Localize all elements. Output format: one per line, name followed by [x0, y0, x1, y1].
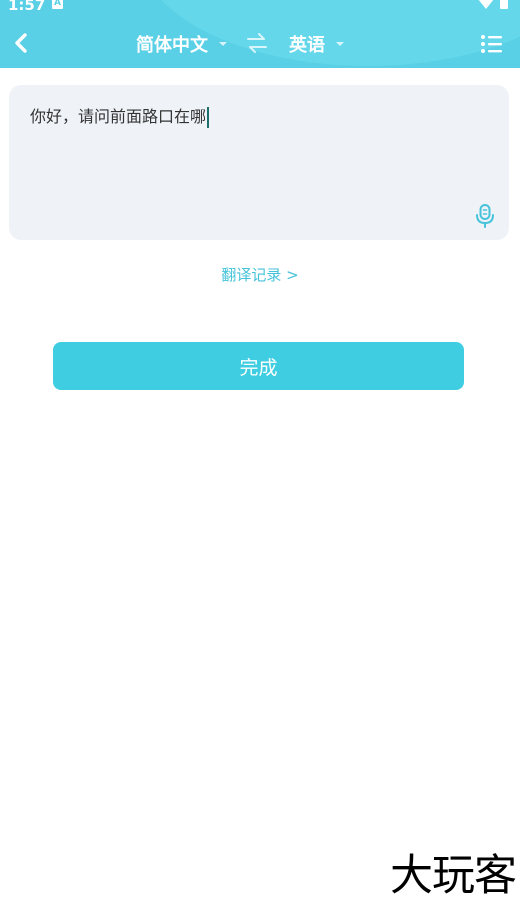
- battery-icon: [500, 0, 508, 9]
- translation-input-card[interactable]: 你好，请问前面路口在哪: [9, 85, 509, 240]
- done-button[interactable]: 完成: [53, 342, 464, 390]
- chevron-left-icon: [15, 33, 27, 53]
- source-language-selector[interactable]: 简体中文: [136, 30, 227, 58]
- text-cursor: [207, 106, 210, 128]
- wifi-icon: [478, 0, 494, 9]
- input-value: 你好，请问前面路口在哪: [30, 107, 207, 126]
- top-header: 1:57 A 简体中文 英语: [0, 0, 520, 68]
- status-time: 1:57: [8, 0, 46, 14]
- watermark-logo: 大玩客: [390, 851, 517, 901]
- target-language-selector[interactable]: 英语: [289, 30, 344, 58]
- swap-arrows-icon[interactable]: [245, 32, 269, 54]
- target-language-label: 英语: [289, 35, 325, 56]
- back-button[interactable]: [8, 28, 34, 58]
- list-menu-icon[interactable]: [480, 33, 504, 55]
- translation-input[interactable]: 你好，请问前面路口在哪: [30, 105, 210, 129]
- notification-a-icon: A: [52, 0, 63, 9]
- caret-down-icon: [336, 42, 344, 46]
- translation-history-link[interactable]: 翻译记录 >: [0, 264, 520, 286]
- source-language-label: 简体中文: [136, 35, 208, 56]
- microphone-icon[interactable]: [474, 203, 496, 229]
- caret-down-icon: [219, 42, 227, 46]
- status-bar: 1:57 A: [0, 0, 520, 14]
